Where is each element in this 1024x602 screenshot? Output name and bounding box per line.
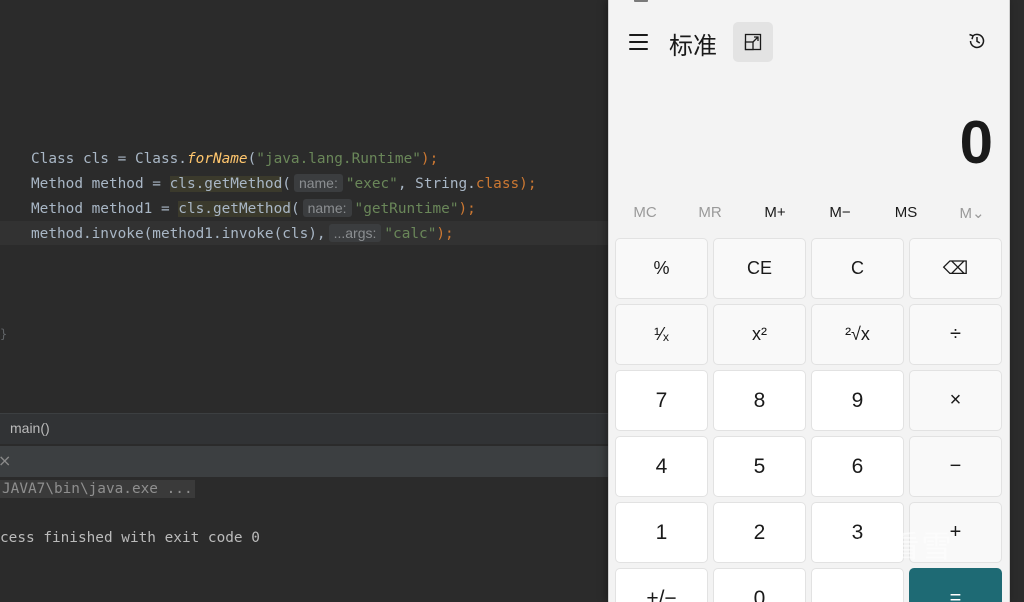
key-0-0[interactable]: % [615, 238, 708, 299]
fold-marker-icon[interactable]: } [0, 327, 7, 341]
key-2-1[interactable]: 8 [713, 370, 806, 431]
key-0-3[interactable]: ⌫ [909, 238, 1002, 299]
code-line[interactable]: Method method1 = cls.getMethod(name: "get… [31, 199, 536, 224]
key-3-1[interactable]: 5 [713, 436, 806, 497]
memory-button-3[interactable]: M− [807, 204, 873, 221]
code-token: "exec" [345, 176, 398, 192]
parameter-hint: ...args: [328, 224, 382, 242]
parameter-hint: name: [302, 199, 352, 217]
key-5-1[interactable]: 0 [713, 568, 806, 602]
key-0-2[interactable]: C [811, 238, 904, 299]
memory-row: MC MR M+ M− MS M⌄ [609, 196, 1009, 232]
key-5-3[interactable]: = [909, 568, 1002, 602]
mode-title: 标准 [669, 32, 717, 60]
key-5-0[interactable]: +/− [615, 568, 708, 602]
code-token: cls.getMethod [169, 176, 283, 192]
parameter-hint: name: [293, 174, 343, 192]
history-icon[interactable] [965, 29, 989, 53]
code-token: ( [282, 176, 291, 192]
ide-right-strip [1009, 0, 1024, 602]
memory-button-1[interactable]: MR [677, 204, 743, 221]
code-token: , String. [397, 176, 476, 192]
code-line[interactable]: Method method = cls.getMethod(name: "exec… [31, 174, 536, 199]
code-token: "java.lang.Runtime" [256, 151, 421, 167]
code-token: ); [458, 201, 476, 217]
memory-button-0[interactable]: MC [612, 204, 678, 221]
code-token: method.invoke(method1.invoke(cls), [31, 226, 326, 242]
memory-button-4[interactable]: MS [873, 204, 939, 221]
code-token: ( [290, 201, 300, 217]
memory-button-5[interactable]: M⌄ [939, 204, 1005, 222]
code-token: ); [420, 151, 439, 167]
code-token: "getRuntime" [354, 201, 459, 217]
key-2-3[interactable]: × [909, 370, 1002, 431]
code-line[interactable]: Class cls = Class.forName("java.lang.Run… [31, 149, 536, 174]
code-token: ); [436, 226, 454, 242]
key-4-1[interactable]: 2 [713, 502, 806, 563]
code-token: "calc" [384, 226, 437, 242]
key-3-3[interactable]: − [909, 436, 1002, 497]
breadcrumb-method[interactable]: main() [10, 420, 50, 436]
key-1-0[interactable]: ¹⁄ₓ [615, 304, 708, 365]
code-token: Method method1 = [31, 201, 179, 217]
close-icon[interactable]: × [0, 451, 11, 470]
result-display: 0 [959, 109, 993, 176]
code-token: ( [247, 151, 257, 167]
run-command-line[interactable]: JAVA7\bin\java.exe ... [0, 480, 195, 498]
key-4-0[interactable]: 1 [615, 502, 708, 563]
key-1-2[interactable]: ²√x [811, 304, 904, 365]
title-bar-stub [634, 0, 648, 2]
snowflake-icon: ❄ [855, 526, 886, 566]
keep-on-top-button[interactable] [733, 22, 773, 62]
watermark: ❄ 看雪 [855, 526, 954, 566]
key-3-0[interactable]: 4 [615, 436, 708, 497]
hamburger-menu-icon[interactable] [629, 34, 648, 51]
code-token: Class cls = Class. [31, 151, 187, 167]
exit-message: cess finished with exit code 0 [0, 530, 260, 546]
key-2-2[interactable]: 9 [811, 370, 904, 431]
key-2-0[interactable]: 7 [615, 370, 708, 431]
memory-button-2[interactable]: M+ [742, 204, 808, 221]
code-token: cls.getMethod [178, 201, 291, 217]
code-line[interactable]: method.invoke(method1.invoke(cls), ...arg… [31, 224, 536, 249]
code-token: class [475, 176, 520, 192]
code-editor[interactable]: Class cls = Class.forName("java.lang.Run… [31, 149, 536, 249]
key-1-1[interactable]: x² [713, 304, 806, 365]
key-3-2[interactable]: 6 [811, 436, 904, 497]
code-token: ); [519, 176, 537, 192]
key-1-3[interactable]: ÷ [909, 304, 1002, 365]
key-5-2[interactable]: . [811, 568, 904, 602]
keep-on-top-icon [744, 33, 762, 51]
calculator-window: 标准 0 MC MR M+ M− MS M⌄ % CE C ⌫ ¹⁄ₓ x² ²√x ÷ 7 8 9 × 4 5 6−… [608, 0, 1010, 602]
code-token: Method method = [31, 176, 170, 192]
code-token: forName [186, 151, 248, 167]
key-0-1[interactable]: CE [713, 238, 806, 299]
